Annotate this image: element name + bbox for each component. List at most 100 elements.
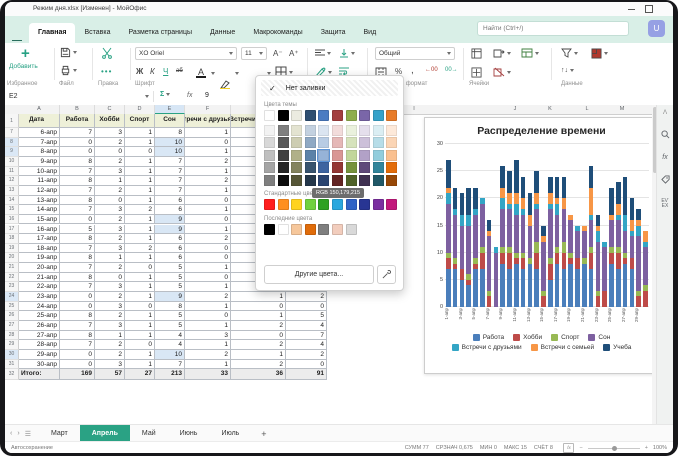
cell[interactable]: 2: [185, 292, 231, 302]
cell[interactable]: 8: [60, 273, 95, 283]
functions-icon[interactable]: fx: [657, 154, 673, 161]
recent-color-swatch[interactable]: [318, 224, 329, 235]
palette-swatch[interactable]: [346, 150, 357, 161]
cell[interactable]: 8: [60, 196, 95, 206]
recent-color-swatch[interactable]: [264, 224, 275, 235]
zoom-out-button[interactable]: −: [579, 445, 582, 451]
cell[interactable]: 36: [231, 369, 286, 380]
font-family-select[interactable]: XO Oriel: [135, 47, 237, 60]
palette-swatch[interactable]: [359, 150, 370, 161]
cell[interactable]: 1: [125, 186, 155, 196]
cell[interactable]: 3: [95, 205, 125, 215]
cell[interactable]: 1: [125, 157, 155, 167]
cell[interactable]: Итого:: [19, 369, 60, 380]
sheet-tab-Апрель[interactable]: Апрель: [80, 425, 130, 442]
cell[interactable]: 6: [155, 253, 185, 263]
cell[interactable]: 5: [155, 282, 185, 292]
palette-swatch[interactable]: [386, 162, 397, 173]
cell[interactable]: 30-апр: [19, 360, 60, 370]
row-header-25[interactable]: 25: [5, 302, 19, 312]
palette-swatch[interactable]: [305, 137, 316, 148]
cell[interactable]: 2: [95, 186, 125, 196]
cell[interactable]: 1: [185, 321, 231, 331]
palette-swatch[interactable]: [278, 125, 289, 136]
cell[interactable]: 0: [60, 147, 95, 157]
row-header-27[interactable]: 27: [5, 321, 19, 331]
menu-tab-Главная[interactable]: Главная: [29, 23, 75, 43]
cell[interactable]: 2: [95, 138, 125, 148]
cell[interactable]: 1: [185, 225, 231, 235]
cell[interactable]: 0: [95, 147, 125, 157]
cell[interactable]: 27-апр: [19, 331, 60, 341]
cell[interactable]: 19-апр: [19, 253, 60, 263]
cell[interactable]: 2: [95, 263, 125, 273]
cell[interactable]: 1: [231, 350, 286, 360]
cell[interactable]: 0: [125, 302, 155, 312]
palette-swatch[interactable]: [332, 137, 343, 148]
cell[interactable]: 8: [60, 331, 95, 341]
palette-swatch[interactable]: [291, 125, 302, 136]
palette-swatch[interactable]: [373, 150, 384, 161]
menu-tab-Вставка[interactable]: Вставка: [75, 23, 119, 43]
cell[interactable]: 4: [286, 340, 327, 350]
cell[interactable]: 3: [95, 302, 125, 312]
row-header-1[interactable]: 1: [5, 114, 19, 128]
font-color-button[interactable]: А: [195, 66, 207, 78]
font-size-select[interactable]: 11: [241, 47, 267, 60]
row-header-23[interactable]: 23: [5, 282, 19, 292]
palette-swatch[interactable]: [264, 175, 275, 186]
row-header-32[interactable]: 32: [5, 369, 19, 380]
cell[interactable]: 10-апр: [19, 167, 60, 177]
cell[interactable]: 26-апр: [19, 321, 60, 331]
palette-swatch[interactable]: [291, 150, 302, 161]
palette-swatch[interactable]: [264, 125, 275, 136]
cell[interactable]: 3: [95, 282, 125, 292]
strikethrough-button[interactable]: аб: [176, 68, 183, 74]
cell[interactable]: 9: [155, 215, 185, 225]
row-header-30[interactable]: 30: [5, 350, 19, 360]
row-header-7[interactable]: 7: [5, 128, 19, 138]
cell[interactable]: 7: [155, 186, 185, 196]
cell[interactable]: 2: [231, 321, 286, 331]
cell[interactable]: 28-апр: [19, 340, 60, 350]
menu-tab-Защита[interactable]: Защита: [312, 23, 355, 43]
palette-swatch[interactable]: [373, 137, 384, 148]
palette-swatch[interactable]: [346, 162, 357, 173]
palette-swatch[interactable]: [305, 162, 316, 173]
row-header-31[interactable]: 31: [5, 360, 19, 370]
cell[interactable]: 3: [185, 331, 231, 341]
cell[interactable]: 3: [95, 128, 125, 138]
cell[interactable]: 0: [60, 292, 95, 302]
cell[interactable]: 10: [155, 147, 185, 157]
more-colors-button[interactable]: Другие цвета...: [264, 265, 374, 284]
cell[interactable]: 33: [185, 369, 231, 380]
palette-swatch[interactable]: [264, 137, 275, 148]
cell[interactable]: 8: [60, 253, 95, 263]
cell[interactable]: 0: [286, 302, 327, 312]
cell[interactable]: 0: [185, 138, 231, 148]
comma-format-button[interactable]: ,: [411, 65, 414, 76]
cell[interactable]: Встречи с друзьями: [185, 114, 231, 128]
row-header-17[interactable]: 17: [5, 225, 19, 235]
cell[interactable]: 23-апр: [19, 292, 60, 302]
cell[interactable]: 1: [185, 282, 231, 292]
cell[interactable]: 7: [286, 331, 327, 341]
cell[interactable]: 1: [185, 302, 231, 312]
cell[interactable]: 1: [185, 147, 231, 157]
formula-input[interactable]: 9: [205, 92, 209, 99]
vertical-align-button[interactable]: [339, 49, 355, 58]
minimize-button[interactable]: [628, 9, 635, 10]
cell[interactable]: 1: [125, 360, 155, 370]
row-header-22[interactable]: 22: [5, 273, 19, 283]
menu-tab-Разметка страницы[interactable]: Разметка страницы: [120, 23, 202, 43]
cell[interactable]: 5: [155, 321, 185, 331]
palette-swatch[interactable]: [346, 175, 357, 186]
row-header-26[interactable]: 26: [5, 311, 19, 321]
col-header-B[interactable]: B: [60, 105, 95, 114]
cell[interactable]: 1: [125, 128, 155, 138]
cell[interactable]: 0: [95, 273, 125, 283]
menu-tab-Данные[interactable]: Данные: [201, 23, 244, 43]
col-header-C[interactable]: C: [95, 105, 125, 114]
cell[interactable]: 9: [155, 292, 185, 302]
palette-swatch[interactable]: [346, 125, 357, 136]
